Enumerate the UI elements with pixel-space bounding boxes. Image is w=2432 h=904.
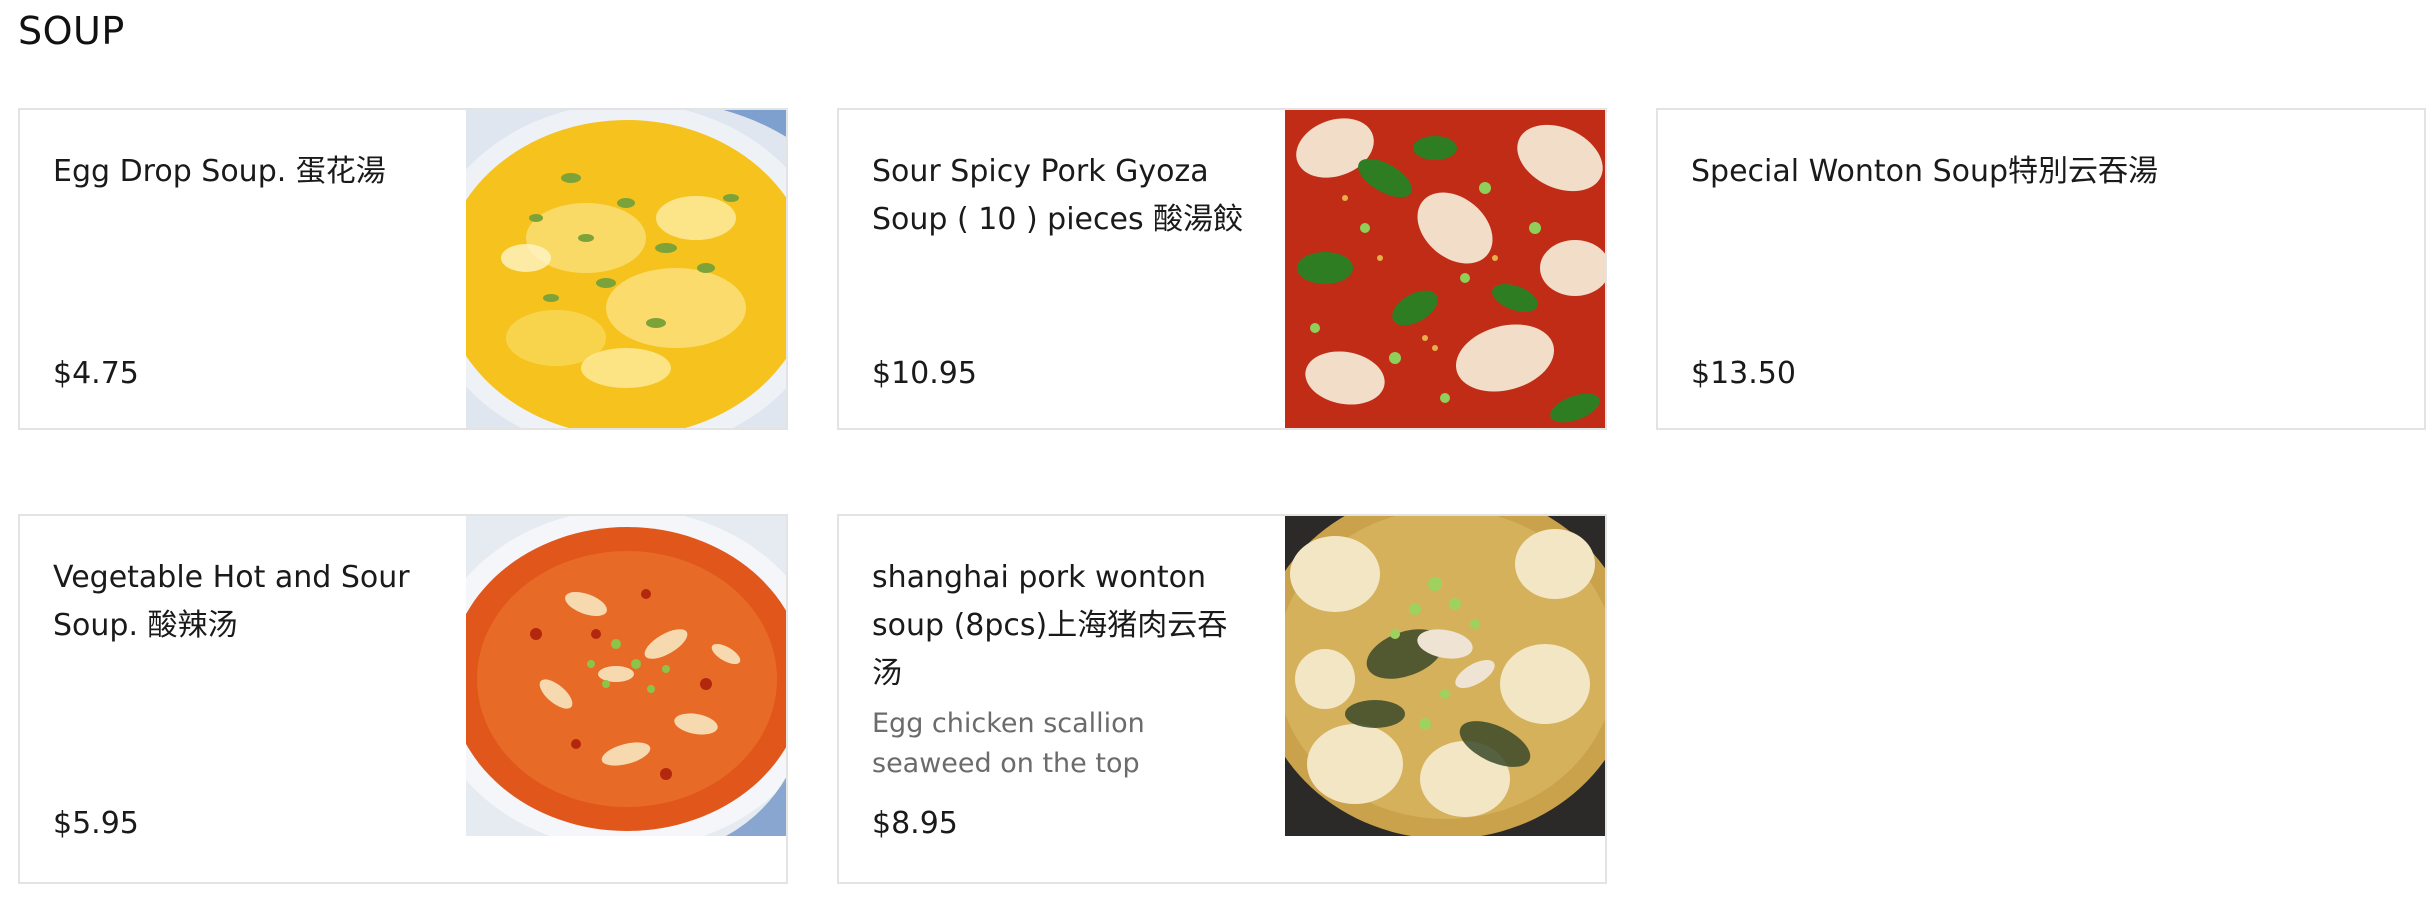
item-description: Egg chicken scallion seaweed on the top	[872, 704, 1145, 784]
shanghai-wonton-soup-photo	[1285, 516, 1605, 836]
section-title: SOUP	[18, 9, 125, 53]
item-price: $13.50	[1691, 356, 1796, 391]
menu-item-card[interactable]: Sour Spicy Pork Gyoza Soup ( 10 ) pieces…	[837, 108, 1607, 430]
item-name-line: shanghai pork wonton	[872, 560, 1207, 595]
sour-spicy-gyoza-photo	[1285, 110, 1605, 428]
menu-item-card[interactable]: Vegetable Hot and Sour Soup. 酸辣汤 $5.95	[18, 514, 788, 884]
item-name: Sour Spicy Pork Gyoza Soup ( 10 ) pieces…	[872, 148, 1243, 244]
hot-and-sour-soup-photo	[466, 516, 786, 836]
item-price: $5.95	[53, 806, 139, 841]
item-name: shanghai pork wonton soup (8pcs)上海猪肉云吞 汤	[872, 554, 1227, 698]
item-name-line: Soup. 酸辣汤	[53, 608, 238, 643]
egg-drop-soup-photo	[466, 110, 786, 428]
item-name-line: Vegetable Hot and Sour	[53, 560, 410, 595]
item-name-line: soup (8pcs)上海猪肉云吞	[872, 608, 1228, 643]
item-name: Egg Drop Soup. 蛋花湯	[53, 148, 386, 196]
menu-item-card[interactable]: Egg Drop Soup. 蛋花湯 $4.75	[18, 108, 788, 430]
item-name-line: Egg Drop Soup. 蛋花湯	[53, 154, 386, 189]
menu-item-card[interactable]: shanghai pork wonton soup (8pcs)上海猪肉云吞 汤…	[837, 514, 1607, 884]
item-description-line: Egg chicken scallion	[872, 708, 1145, 739]
item-price: $10.95	[872, 356, 977, 391]
menu-page: SOUP Egg Drop Soup. 蛋花湯 $4.75 Sour Spicy…	[0, 0, 2432, 904]
item-name: Vegetable Hot and Sour Soup. 酸辣汤	[53, 554, 410, 650]
item-name-line: Soup ( 10 ) pieces 酸湯餃	[872, 202, 1244, 237]
item-name-line: 汤	[872, 656, 902, 691]
item-price: $4.75	[53, 356, 139, 391]
item-name-line: Sour Spicy Pork Gyoza	[872, 154, 1209, 189]
menu-item-card[interactable]: Special Wonton Soup特別云吞湯 $13.50	[1656, 108, 2426, 430]
item-description-line: seaweed on the top	[872, 748, 1140, 779]
item-name-line: Special Wonton Soup特別云吞湯	[1691, 154, 2159, 189]
item-name: Special Wonton Soup特別云吞湯	[1691, 148, 2158, 196]
item-price: $8.95	[872, 806, 958, 841]
